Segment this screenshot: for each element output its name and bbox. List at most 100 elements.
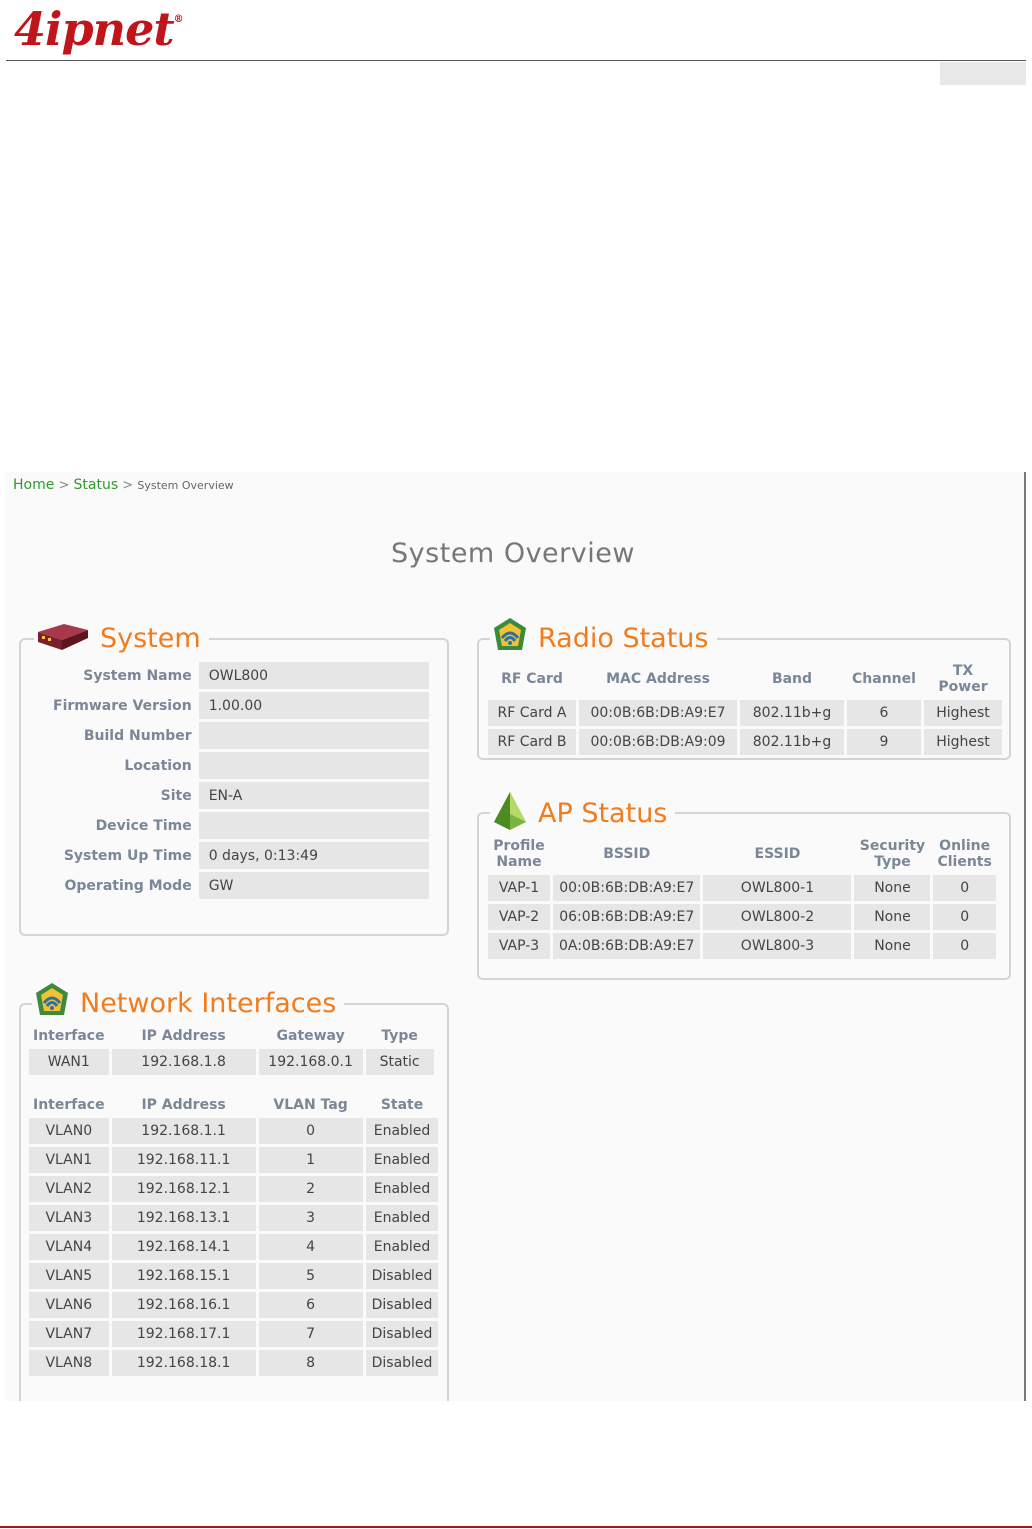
vlan-row-cell: 8 <box>258 1350 363 1376</box>
system-info-label: Operating Mode <box>64 877 192 894</box>
system-info-value: 1.00.00 <box>198 692 429 719</box>
vlan-row-cell: Disabled <box>365 1263 439 1289</box>
system-info-row: Location <box>47 752 429 779</box>
ap-status-row: VAP-1 00:0B:6B:DB:A9:E7 OWL800-1 None 0 <box>488 875 996 901</box>
system-info-row: Build Number <box>47 722 429 749</box>
wireless-shield-icon <box>490 616 530 660</box>
wan-interfaces-table: Interface IP Address Gateway Type WAN1 192.1… <box>26 1023 437 1078</box>
vlan-row-cell: Disabled <box>365 1321 439 1347</box>
system-info-value: EN-A <box>198 782 429 809</box>
vlan-row-cell: 192.168.15.1 <box>111 1263 256 1289</box>
vlan-row-cell: VLAN5 <box>29 1263 109 1289</box>
vlan-row-cell: VLAN3 <box>29 1205 109 1231</box>
radio-status-row: RF Card B 00:0B:6B:DB:A9:09 802.11b+g 9 High… <box>488 729 1002 755</box>
vlan-row-cell: 6 <box>258 1292 363 1318</box>
radio-status-row-cell: Highest <box>924 729 1002 755</box>
footer-rule <box>0 1526 1032 1528</box>
ap-status-row-cell: 0 <box>933 904 996 930</box>
vlan-row-cell: VLAN6 <box>29 1292 109 1318</box>
vlan-row-cell: 3 <box>258 1205 363 1231</box>
system-info-value: OWL800 <box>198 662 429 689</box>
ap-status-row-cell: VAP-1 <box>488 875 550 901</box>
system-info-value: 0 days, 0:13:49 <box>198 842 429 869</box>
vlan-row-cell: 192.168.17.1 <box>111 1321 256 1347</box>
radio-status-row: RF Card A 00:0B:6B:DB:A9:E7 802.11b+g 6 High… <box>488 700 1002 726</box>
radio-status-header: RF Card <box>501 671 563 687</box>
vlan-row-cell: VLAN4 <box>29 1234 109 1260</box>
vlan-row-cell: 192.168.12.1 <box>111 1176 256 1202</box>
access-point-pyramid-icon <box>490 790 530 836</box>
vlan-row-cell: Disabled <box>365 1350 439 1376</box>
system-info-label: Site <box>160 787 192 804</box>
system-info-label: Build Number <box>83 727 192 744</box>
router-device-icon <box>34 618 92 658</box>
radio-status-row-cell: 802.11b+g <box>740 729 844 755</box>
vlan-row-cell: 192.168.16.1 <box>111 1292 256 1318</box>
radio-status-header: Channel <box>852 671 916 687</box>
vlan-row-cell: Enabled <box>365 1176 439 1202</box>
vlan-header: VLAN Tag <box>273 1097 348 1113</box>
brand-logo-text: 4ipnet <box>14 2 175 56</box>
system-info-table: System Name OWL800 Firmware Version 1.00.00… <box>44 659 432 902</box>
radio-status-row-cell: 9 <box>847 729 921 755</box>
radio-status-header: MAC Address <box>606 671 710 687</box>
vlan-row-cell: 192.168.11.1 <box>111 1147 256 1173</box>
ap-status-row-cell: OWL800-2 <box>703 904 852 930</box>
ap-status-panel-title: AP Status <box>538 797 668 829</box>
breadcrumb: Home > Status > System Overview <box>13 477 234 493</box>
ap-status-row: VAP-3 0A:0B:6B:DB:A9:E7 OWL800-3 None 0 <box>488 933 996 959</box>
vlan-row: VLAN0 192.168.1.1 0 Enabled <box>29 1118 439 1144</box>
vlan-row: VLAN1 192.168.11.1 1 Enabled <box>29 1147 439 1173</box>
ap-status-panel-header: AP Status <box>490 790 676 836</box>
wan-header: Interface <box>33 1028 105 1044</box>
system-info-label: System Name <box>83 667 192 684</box>
vlan-row-cell: Enabled <box>365 1118 439 1144</box>
vlan-row-cell: VLAN8 <box>29 1350 109 1376</box>
radio-status-panel-title: Radio Status <box>538 622 709 654</box>
system-info-value <box>198 722 429 749</box>
header-tab-block <box>940 62 1026 85</box>
ap-status-row: VAP-2 06:0B:6B:DB:A9:E7 OWL800-2 None 0 <box>488 904 996 930</box>
ap-status-table: Profile Name BSSID ESSID Security Type Onlin… <box>485 833 999 962</box>
system-info-row: System Name OWL800 <box>47 662 429 689</box>
radio-status-panel-header: Radio Status <box>490 616 717 660</box>
breadcrumb-status-link[interactable]: Status <box>74 477 119 493</box>
ap-status-row-cell: None <box>854 904 931 930</box>
vlan-row-cell: 7 <box>258 1321 363 1347</box>
breadcrumb-separator: > <box>122 478 134 493</box>
network-shield-icon <box>32 981 72 1025</box>
vlan-row-cell: 2 <box>258 1176 363 1202</box>
radio-status-header: Band <box>771 671 813 687</box>
wan-row-cell: WAN1 <box>29 1049 109 1075</box>
system-info-row: System Up Time 0 days, 0:13:49 <box>47 842 429 869</box>
registered-mark: ® <box>173 14 184 25</box>
vlan-row-cell: Enabled <box>365 1147 439 1173</box>
ap-status-header: ESSID <box>754 846 801 862</box>
ap-status-row-cell: VAP-3 <box>488 933 550 959</box>
breadcrumb-home-link[interactable]: Home <box>13 477 54 493</box>
vlan-row-cell: Enabled <box>365 1234 439 1260</box>
wan-header: IP Address <box>141 1028 226 1044</box>
vlan-row-cell: 192.168.13.1 <box>111 1205 256 1231</box>
ap-status-row-cell: 06:0B:6B:DB:A9:E7 <box>553 904 701 930</box>
ap-status-header: BSSID <box>603 846 651 862</box>
radio-status-row-cell: 802.11b+g <box>740 700 844 726</box>
radio-status-row-cell: 00:0B:6B:DB:A9:E7 <box>579 700 737 726</box>
vlan-row-cell: 192.168.14.1 <box>111 1234 256 1260</box>
vlan-row-cell: 192.168.18.1 <box>111 1350 256 1376</box>
vlan-row: VLAN6 192.168.16.1 6 Disabled <box>29 1292 439 1318</box>
brand-logo: 4ipnet® <box>14 2 184 56</box>
wan-row-cell: Static <box>365 1049 434 1075</box>
radio-status-row-cell: 6 <box>847 700 921 726</box>
page-title: System Overview <box>391 538 635 569</box>
vlan-row-cell: VLAN2 <box>29 1176 109 1202</box>
vlan-row: VLAN7 192.168.17.1 7 Disabled <box>29 1321 439 1347</box>
vlan-row: VLAN2 192.168.12.1 2 Enabled <box>29 1176 439 1202</box>
ap-status-row-cell: None <box>854 933 931 959</box>
vlan-row-cell: Enabled <box>365 1205 439 1231</box>
ap-status-header: Security Type <box>859 838 926 870</box>
ap-status-row-cell: OWL800-1 <box>703 875 852 901</box>
wan-row-cell: 192.168.0.1 <box>258 1049 363 1075</box>
vlan-row: VLAN8 192.168.18.1 8 Disabled <box>29 1350 439 1376</box>
wan-row: WAN1 192.168.1.8 192.168.0.1 Static <box>29 1049 434 1075</box>
